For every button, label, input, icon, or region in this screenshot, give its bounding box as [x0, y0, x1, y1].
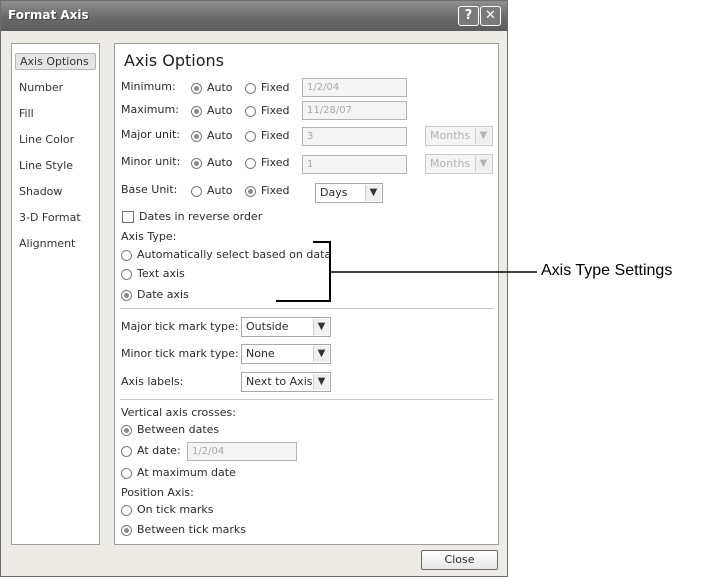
callout-label: Axis Type Settings [541, 262, 673, 279]
callout-bracket [276, 241, 537, 302]
